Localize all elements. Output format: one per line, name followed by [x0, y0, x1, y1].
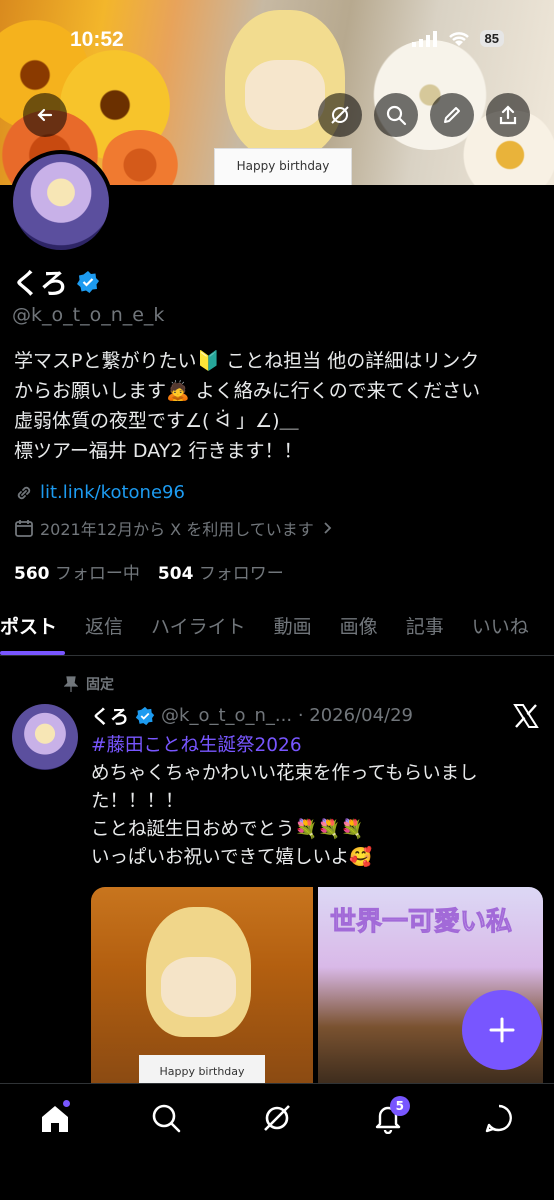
x-logo-icon[interactable] [512, 702, 540, 734]
home-icon [42, 1106, 69, 1132]
notifications-badge: 5 [389, 1096, 410, 1116]
grok-button[interactable] [318, 93, 362, 137]
post-header: くろ @k_o_t_o_n_... · 2026/04/29 [91, 702, 413, 729]
post-line: た！！！！ [91, 791, 184, 812]
signal-icon [411, 30, 437, 47]
profile-link[interactable]: lit.link/kotone96 [40, 482, 185, 503]
profile-tabs: ポスト 返信 ハイライト 動画 画像 記事 いいね [0, 600, 554, 656]
compose-button[interactable] [462, 990, 542, 1070]
chat-bubble-icon [485, 1104, 512, 1133]
followers-label: フォロワー [198, 564, 284, 584]
post-line: ことね誕生日おめでとう💐💐💐 [91, 819, 364, 840]
tab-articles[interactable]: 記事 [392, 600, 458, 655]
verified-badge-icon [77, 271, 100, 293]
calendar-icon [15, 520, 33, 537]
plus-icon [489, 1017, 515, 1043]
chevron-right-icon [324, 522, 332, 534]
profile-name-row: くろ [12, 262, 100, 302]
search-icon [386, 105, 407, 126]
tab-likes[interactable]: いいね [458, 600, 543, 655]
post-avatar[interactable] [12, 704, 78, 770]
status-icons: 85 [411, 30, 504, 47]
pinned-label: 固定 [86, 677, 114, 693]
followers-link[interactable]: 504 フォロワー [158, 559, 284, 584]
bio-line: からお願いします🙇 よく絡みに行くので来てください [14, 380, 481, 402]
pencil-icon [444, 107, 460, 123]
post-text: #藤田ことね生誕祭2026 めちゃくちゃかわいい花束を作ってもらいまし た！！！… [91, 732, 543, 872]
share-icon [499, 105, 517, 125]
tab-videos[interactable]: 動画 [260, 600, 326, 655]
follow-stats: 560 フォロー中 504 フォロワー [14, 559, 284, 584]
nav-messages[interactable] [479, 1102, 519, 1142]
banner-card: Happy birthday [214, 148, 352, 185]
back-button[interactable] [23, 93, 67, 137]
following-label: フォロー中 [54, 564, 140, 584]
share-button[interactable] [486, 93, 530, 137]
bio-line: 学マスPと繋がりたい🔰 ことね担当 他の詳細はリンク [14, 350, 480, 372]
media-title-art: 世界一可愛い私 [329, 907, 513, 938]
profile-avatar-frame[interactable] [9, 150, 113, 254]
wifi-icon [448, 31, 469, 46]
post-hashtag[interactable]: #藤田ことね生誕祭2026 [91, 732, 543, 760]
tab-replies[interactable]: 返信 [71, 600, 137, 655]
following-count: 560 [14, 564, 50, 584]
pin-icon [64, 676, 78, 692]
tab-posts[interactable]: ポスト [0, 600, 71, 655]
following-link[interactable]: 560 フォロー中 [14, 559, 140, 584]
bottom-navigation: 5 [0, 1083, 554, 1200]
profile-name: くろ [12, 267, 69, 300]
battery-indicator: 85 [479, 30, 504, 47]
followers-count: 504 [157, 564, 194, 584]
nav-grok[interactable] [257, 1102, 297, 1142]
edit-button[interactable] [430, 93, 474, 137]
status-bar: 10:52 85 [0, 0, 554, 80]
arrow-left-icon [37, 108, 53, 122]
tab-photos[interactable]: 画像 [326, 600, 392, 655]
bio-line: 標ツアー福井 DAY2 行きます！！ [14, 440, 303, 462]
post-image-1[interactable]: Happy birthday [91, 887, 313, 1087]
verified-badge-icon [135, 706, 155, 725]
post-meta: @k_o_t_o_n_... · 2026/04/29 [161, 705, 414, 726]
grok-icon [264, 1105, 290, 1131]
status-time: 10:52 [70, 28, 124, 51]
avatar [13, 154, 109, 250]
nav-home[interactable] [35, 1100, 75, 1142]
plush-face [161, 957, 236, 1017]
post-author-name[interactable]: くろ [91, 702, 129, 729]
search-button[interactable] [374, 93, 418, 137]
grok-icon [331, 106, 349, 124]
profile-handle: @k_o_t_o_n_e_k [12, 304, 165, 326]
tab-highlights[interactable]: ハイライト [137, 600, 260, 655]
bio-line: 虚弱体質の夜型です∠( ᐛ 」∠)＿ [14, 410, 299, 432]
joined-date-row[interactable]: 2021年12月から X を利用しています [14, 516, 334, 540]
post-line: いっぱいお祝いできて嬉しいよ🥰 [91, 847, 373, 868]
nav-notifications[interactable]: 5 [368, 1096, 410, 1142]
link-icon [17, 486, 31, 499]
profile-bio: 学マスPと繋がりたい🔰 ことね担当 他の詳細はリンク からお願いします🙇 よく絡… [14, 346, 544, 466]
joined-date: 2021年12月から X を利用しています [40, 520, 314, 539]
pinned-indicator: 固定 [64, 674, 114, 694]
search-icon [152, 1104, 181, 1133]
nav-search[interactable] [146, 1102, 186, 1142]
profile-link-row[interactable]: lit.link/kotone96 [14, 482, 185, 503]
post-line: めちゃくちゃかわいい花束を作ってもらいまし [91, 763, 478, 784]
